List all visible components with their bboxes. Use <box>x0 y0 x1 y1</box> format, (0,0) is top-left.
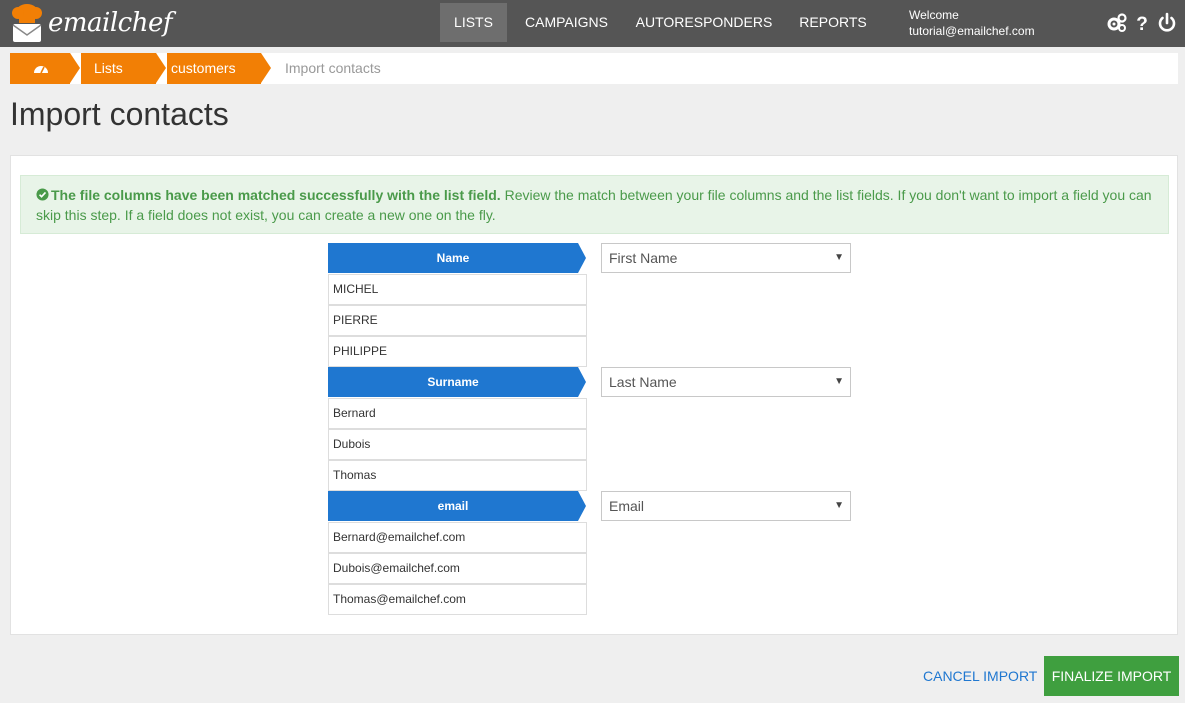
power-icon[interactable] <box>1156 12 1178 34</box>
table-row: Thomas <box>328 460 587 491</box>
field-select-value: Last Name <box>609 374 677 390</box>
field-select-value: Email <box>609 498 645 514</box>
top-navbar: emailchef LISTS CAMPAIGNS AUTORESPONDERS… <box>0 0 1185 47</box>
alert-bold-text: The file columns have been matched succe… <box>51 187 501 203</box>
table-row: Bernard <box>328 398 587 429</box>
cancel-import-button[interactable]: CANCEL IMPORT <box>916 656 1044 696</box>
nav-campaigns[interactable]: CAMPAIGNS <box>514 3 619 42</box>
column-header-email: email <box>328 491 578 521</box>
breadcrumb-customers[interactable]: customers <box>167 53 261 84</box>
table-row: MICHEL <box>328 274 587 305</box>
field-select-email[interactable]: Email ▼ <box>601 491 851 521</box>
logo[interactable]: emailchef <box>10 2 173 44</box>
nav-autoresponders[interactable]: AUTORESPONDERS <box>628 3 780 42</box>
help-icon[interactable]: ? <box>1134 12 1150 34</box>
page-title: Import contacts <box>10 96 229 132</box>
breadcrumb-current: Import contacts <box>285 60 381 76</box>
svg-text:?: ? <box>1136 14 1148 34</box>
table-row: Bernard@emailchef.com <box>328 522 587 553</box>
check-circle-icon <box>36 188 49 201</box>
finalize-import-button[interactable]: FINALIZE IMPORT <box>1044 656 1179 696</box>
column-header-name: Name <box>328 243 578 273</box>
field-select-value: First Name <box>609 250 678 266</box>
chef-hat-icon <box>12 4 42 42</box>
gears-icon[interactable] <box>1106 12 1128 34</box>
import-panel: The file columns have been matched succe… <box>10 155 1178 635</box>
caret-down-icon: ▼ <box>834 252 844 263</box>
table-row: Dubois <box>328 429 587 460</box>
caret-down-icon: ▼ <box>834 500 844 511</box>
success-alert: The file columns have been matched succe… <box>20 175 1169 234</box>
nav-lists[interactable]: LISTS <box>440 3 507 42</box>
field-select-surname[interactable]: Last Name ▼ <box>601 367 851 397</box>
user-email: tutorial@emailchef.com <box>909 24 1035 38</box>
breadcrumb: Lists customers Import contacts <box>10 53 1178 84</box>
breadcrumb-home[interactable] <box>10 53 70 84</box>
field-select-name[interactable]: First Name ▼ <box>601 243 851 273</box>
welcome-block[interactable]: Welcome tutorial@emailchef.com <box>909 7 1035 39</box>
logo-text: emailchef <box>48 8 173 38</box>
table-row: Dubois@emailchef.com <box>328 553 587 584</box>
welcome-label: Welcome <box>909 8 959 22</box>
breadcrumb-lists[interactable]: Lists <box>81 53 156 84</box>
nav-reports[interactable]: REPORTS <box>790 3 876 42</box>
table-row: PIERRE <box>328 305 587 336</box>
table-row: Thomas@emailchef.com <box>328 584 587 615</box>
dashboard-icon <box>34 66 48 74</box>
caret-down-icon: ▼ <box>834 376 844 387</box>
column-header-surname: Surname <box>328 367 578 397</box>
table-row: PHILIPPE <box>328 336 587 367</box>
